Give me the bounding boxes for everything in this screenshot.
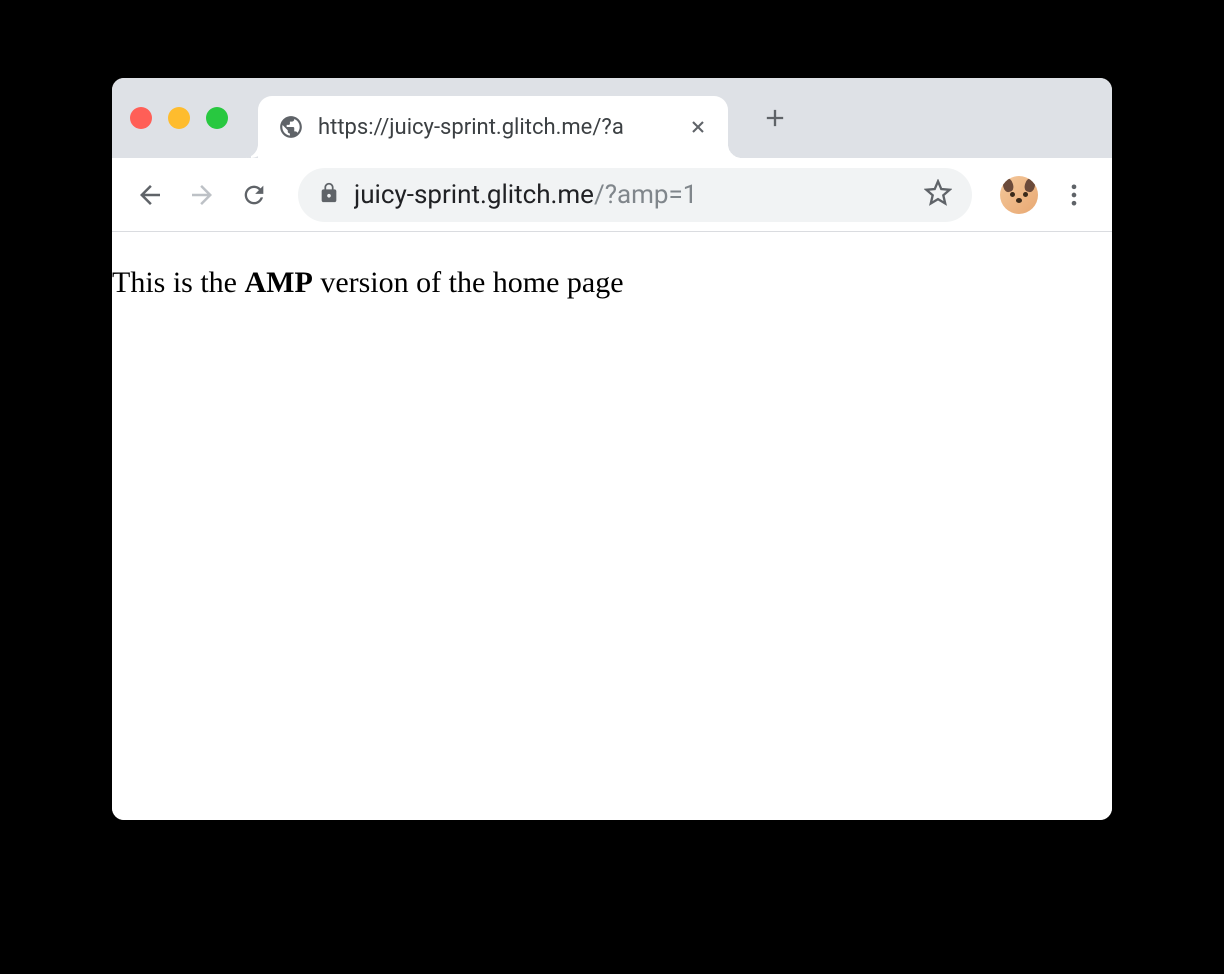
globe-icon bbox=[278, 114, 304, 140]
toolbar: juicy-sprint.glitch.me/?amp=1 bbox=[112, 158, 1112, 232]
reload-button[interactable] bbox=[232, 173, 276, 217]
browser-window: https://juicy-sprint.glitch.me/?a bbox=[112, 78, 1112, 820]
avatar-dog-icon bbox=[1000, 176, 1038, 214]
menu-button[interactable] bbox=[1052, 173, 1096, 217]
page-text: This is the AMP version of the home page bbox=[112, 266, 1112, 300]
url-text: juicy-sprint.glitch.me/?amp=1 bbox=[354, 180, 910, 210]
page-content: This is the AMP version of the home page bbox=[112, 232, 1112, 820]
bookmark-button[interactable] bbox=[924, 179, 952, 211]
page-text-suffix: version of the home page bbox=[313, 266, 624, 299]
address-bar[interactable]: juicy-sprint.glitch.me/?amp=1 bbox=[298, 168, 972, 222]
page-text-prefix: This is the bbox=[112, 266, 245, 299]
url-domain: juicy-sprint.glitch.me bbox=[354, 180, 594, 210]
window-controls bbox=[130, 107, 228, 129]
forward-button[interactable] bbox=[180, 173, 224, 217]
close-tab-button[interactable] bbox=[686, 115, 710, 139]
tab-bar: https://juicy-sprint.glitch.me/?a bbox=[112, 78, 1112, 158]
new-tab-button[interactable] bbox=[754, 97, 796, 139]
back-button[interactable] bbox=[128, 173, 172, 217]
browser-tab[interactable]: https://juicy-sprint.glitch.me/?a bbox=[258, 96, 728, 158]
profile-avatar[interactable] bbox=[1000, 176, 1038, 214]
window-maximize-button[interactable] bbox=[206, 107, 228, 129]
tab-title: https://juicy-sprint.glitch.me/?a bbox=[318, 115, 680, 140]
window-close-button[interactable] bbox=[130, 107, 152, 129]
page-text-bold: AMP bbox=[245, 266, 313, 299]
lock-icon bbox=[318, 182, 340, 208]
url-path: /?amp=1 bbox=[594, 180, 697, 210]
window-minimize-button[interactable] bbox=[168, 107, 190, 129]
